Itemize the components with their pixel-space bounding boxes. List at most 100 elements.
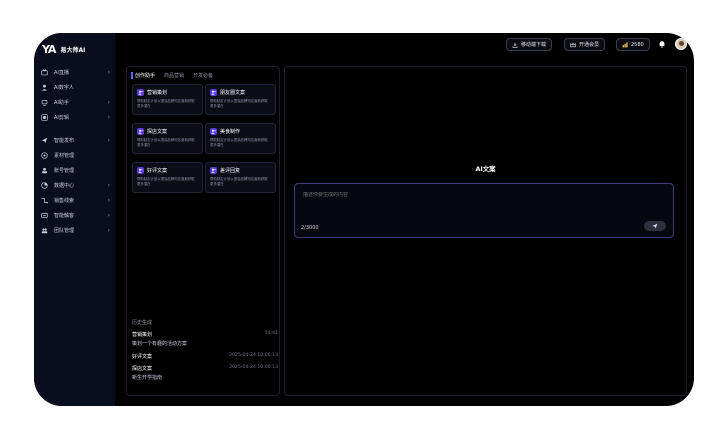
user-plus-icon xyxy=(137,128,144,135)
card-description: 帮助制定计划以提高品牌知名度和获取更多潜在 xyxy=(137,138,195,147)
sidebar-item-label: 账号管理 xyxy=(54,168,75,174)
template-card-moments-copy[interactable]: 朋友圈文案 帮助制定计划以提高品牌知名度和获取更多潜在 xyxy=(205,84,276,115)
template-card-negative-reply[interactable]: 差评回复 帮助制定计划以提高品牌知名度和获取更多潜在 xyxy=(205,162,276,193)
tab-creation-assistant[interactable]: 创作助手 xyxy=(131,72,155,79)
app-window: YA 易大师AI AI直播 › AI数字人 AI助手 › AI剪辑 › 智能发布… xyxy=(34,33,694,406)
history-item[interactable]: 好评文案 2025-04-24 10:06:13 xyxy=(132,353,278,360)
sidebar-item-team[interactable]: 团队管理 › xyxy=(40,225,112,236)
chevron-right-icon: › xyxy=(107,227,110,234)
history-item-subtitle: 策划一个有趣的活动方案 xyxy=(132,341,188,347)
sidebar-item-label: 销售线索 xyxy=(54,198,75,204)
assistant-icon xyxy=(40,99,48,107)
tab-product-marketing[interactable]: 商品营销 xyxy=(164,72,184,79)
card-description: 帮助制定计划以提高品牌知名度和获取更多潜在 xyxy=(137,177,195,186)
page-title: AI文案 xyxy=(475,165,496,173)
card-description: 帮助制定计划以提高品牌知名度和获取更多潜在 xyxy=(137,99,195,108)
avatar[interactable] xyxy=(675,38,687,50)
coins-icon xyxy=(622,42,628,47)
card-title: 探店文案 xyxy=(147,129,168,135)
user-plus-icon xyxy=(137,89,144,96)
sidebar-item-label: 团队管理 xyxy=(54,228,75,234)
coins-count: 2580 xyxy=(631,41,644,48)
char-count: 2/3000 xyxy=(301,225,319,231)
tab-dev-essentials[interactable]: 开发必备 xyxy=(193,72,213,79)
coins-button[interactable]: 2580 xyxy=(616,38,650,51)
card-title: 美食制作 xyxy=(220,129,241,135)
history-item[interactable]: 营销策划 14:41 策划一个有趣的活动方案 xyxy=(132,331,278,347)
app-name: 易大师AI xyxy=(60,46,86,54)
template-card-food-making[interactable]: 美食制作 帮助制定计划以提高品牌知名度和获取更多潜在 xyxy=(205,123,276,154)
live-icon xyxy=(40,69,48,77)
user-plus-icon xyxy=(137,167,144,174)
sidebar-item-ai-edit[interactable]: AI剪辑 › xyxy=(40,112,112,123)
chevron-right-icon: › xyxy=(107,197,110,204)
sidebar-item-smart-publish[interactable]: 智能发布 › xyxy=(40,135,112,146)
history-item-time: 14:41 xyxy=(264,331,278,336)
template-card-store-visit-copy[interactable]: 探店文案 帮助制定计划以提高品牌知名度和获取更多潜在 xyxy=(132,123,203,154)
sidebar-item-ai-assistant[interactable]: AI助手 › xyxy=(40,97,112,108)
sidebar-item-label: 素材管理 xyxy=(54,153,75,159)
prompt-input[interactable] xyxy=(303,192,603,198)
chevron-right-icon: › xyxy=(107,137,110,144)
user-plus-icon xyxy=(210,128,217,135)
material-icon xyxy=(40,152,48,160)
chevron-right-icon: › xyxy=(107,99,110,106)
edit-icon xyxy=(40,114,48,122)
history-item-name: 营销策划 xyxy=(132,332,153,338)
tab-bar: 创作助手 商品营销 开发必备 xyxy=(131,72,213,79)
top-bar: 移动端下载 开通会员 2580 xyxy=(115,33,694,56)
sidebar-item-label: AI数字人 xyxy=(54,85,74,91)
user-plus-icon xyxy=(210,89,217,96)
logo[interactable]: YA 易大师AI xyxy=(42,41,85,57)
template-card-positive-review[interactable]: 好评文案 帮助制定计划以提高品牌知名度和获取更多潜在 xyxy=(132,162,203,193)
sidebar-item-ai-digital-human[interactable]: AI数字人 xyxy=(40,82,112,93)
template-card-marketing-plan[interactable]: 营销策划 帮助制定计划以提高品牌知名度和获取更多潜在 xyxy=(132,84,203,115)
card-description: 帮助制定计划以提高品牌知名度和获取更多潜在 xyxy=(210,99,268,108)
sidebar-item-account[interactable]: 账号管理 xyxy=(40,165,112,176)
mobile-download-label: 移动端下载 xyxy=(521,42,547,48)
user-plus-icon xyxy=(210,167,217,174)
chevron-right-icon: › xyxy=(107,212,110,219)
history-item-subtitle: 新生开学指南 xyxy=(132,375,163,381)
history-item-time: 2025-04-24 10:06:13 xyxy=(229,365,278,370)
sidebar-item-smart-reach[interactable]: 智能触客 › xyxy=(40,210,112,221)
history-item[interactable]: 探店文案 2025-04-24 10:06:13 新生开学指南 xyxy=(132,365,278,381)
logo-mark: YA xyxy=(42,42,56,56)
card-description: 帮助制定计划以提高品牌知名度和获取更多潜在 xyxy=(210,138,268,147)
chevron-right-icon: › xyxy=(107,182,110,189)
card-title: 朋友圈文案 xyxy=(220,90,246,96)
account-icon xyxy=(40,167,48,175)
sidebar-item-label: AI助手 xyxy=(54,100,69,106)
send-icon xyxy=(40,137,48,145)
digital-human-icon xyxy=(40,84,48,92)
sidebar-item-data-center[interactable]: 数据中心 › xyxy=(40,180,112,191)
history-title: 历史生成 xyxy=(132,320,153,326)
chevron-right-icon: › xyxy=(107,69,110,76)
bell-icon[interactable] xyxy=(658,40,666,48)
reach-icon xyxy=(40,212,48,220)
sidebar-item-label: 智能发布 xyxy=(54,138,75,144)
vip-button[interactable]: 开通会员 xyxy=(564,38,606,51)
assistant-panel: 创作助手 商品营销 开发必备 营销策划 帮助制定计划以提高品牌知名度和获取更多潜… xyxy=(126,66,280,396)
card-description: 帮助制定计划以提高品牌知名度和获取更多潜在 xyxy=(210,177,268,186)
sidebar-item-label: 数据中心 xyxy=(54,183,75,189)
mobile-download-button[interactable]: 移动端下载 xyxy=(506,38,553,51)
crown-icon xyxy=(570,42,576,47)
team-icon xyxy=(40,227,48,235)
chevron-right-icon: › xyxy=(107,114,110,121)
data-icon xyxy=(40,182,48,190)
leads-icon xyxy=(40,197,48,205)
card-title: 差评回复 xyxy=(220,168,241,174)
history-item-time: 2025-04-24 10:06:13 xyxy=(229,353,278,358)
editor-panel: AI文案 2/3000 xyxy=(284,66,687,396)
sidebar-item-label: 智能触客 xyxy=(54,213,75,219)
sidebar-item-sales-leads[interactable]: 销售线索 › xyxy=(40,195,112,206)
sidebar-item-label: AI剪辑 xyxy=(54,115,69,121)
sidebar-item-label: AI直播 xyxy=(54,70,69,76)
sidebar-item-material[interactable]: 素材管理 xyxy=(40,150,112,161)
send-button[interactable] xyxy=(644,221,666,231)
download-icon xyxy=(512,42,518,48)
prompt-box: 2/3000 xyxy=(294,183,674,238)
send-icon xyxy=(652,223,658,229)
sidebar-item-ai-live[interactable]: AI直播 › xyxy=(40,67,112,78)
